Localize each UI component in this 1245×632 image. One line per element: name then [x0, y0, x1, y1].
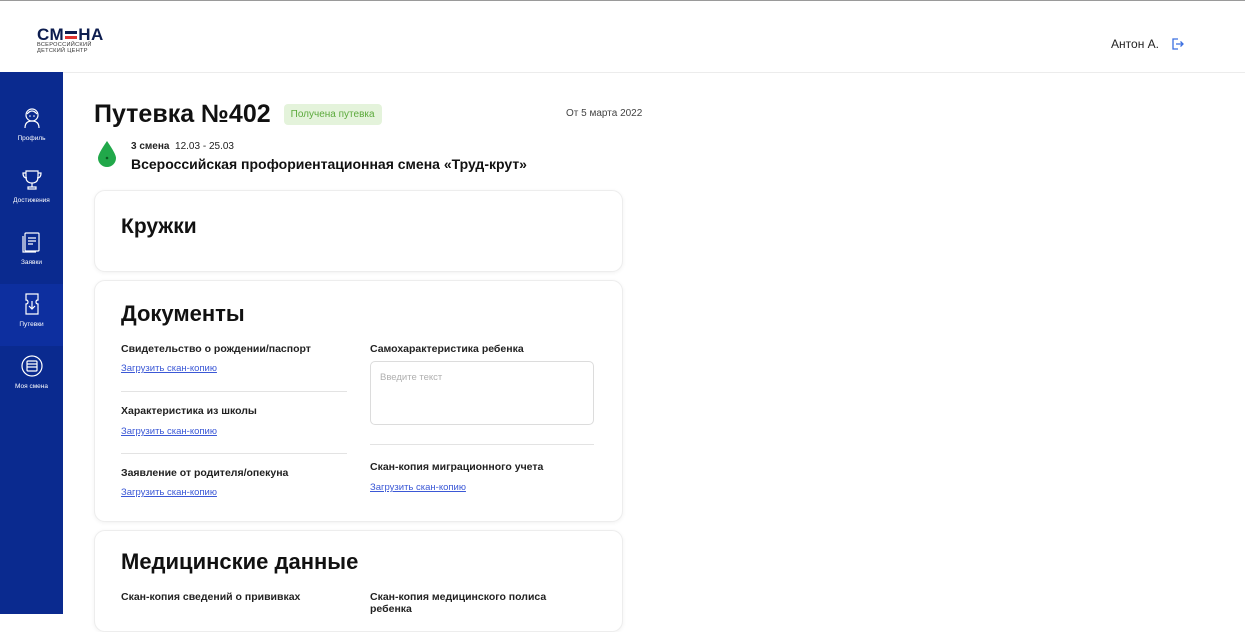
- divider: [370, 444, 594, 445]
- status-badge: Получена путевка: [283, 104, 382, 125]
- trophy-icon: [21, 170, 42, 190]
- shift-info: 3 смена 12.03 - 25.03: [131, 141, 234, 152]
- user-name[interactable]: Антон А.: [1111, 37, 1159, 51]
- self-char-label: Самохарактеристика ребенка: [370, 343, 524, 355]
- sidebar-item-label: Путевки: [19, 321, 44, 328]
- logo-text-right: НА: [78, 25, 104, 44]
- parent-statement-label: Заявление от родителя/опекуна: [121, 467, 289, 479]
- applications-icon: [21, 232, 40, 253]
- sidebar-item-label: Достижения: [13, 197, 50, 204]
- shift-label: 3 смена: [131, 141, 170, 152]
- divider: [121, 453, 347, 454]
- birth-cert-upload-link[interactable]: Загрузить скан-копию: [121, 363, 217, 374]
- medical-title: Медицинские данные: [121, 549, 359, 574]
- school-char-upload-link[interactable]: Загрузить скан-копию: [121, 426, 217, 437]
- my-shift-icon: [20, 355, 43, 377]
- shift-dates: 12.03 - 25.03: [175, 141, 234, 152]
- parent-statement-upload-link[interactable]: Загрузить скан-копию: [121, 487, 217, 498]
- logo[interactable]: СМ НА ВСЕРОССИЙСКИЙ ДЕТСКИЙ ЦЕНТР: [37, 25, 104, 54]
- policy-label-line-1: Скан-копия медицинского полиса: [370, 591, 547, 603]
- logo-text-left: СМ: [37, 25, 65, 44]
- sidebar-item-applications[interactable]: Заявки: [0, 222, 63, 284]
- sidebar: Профиль Достижения Заявки Путевки Моя см…: [0, 72, 63, 614]
- vaccination-label: Скан-копия сведений о прививках: [121, 591, 301, 603]
- birth-cert-label: Свидетельство о рождении/паспорт: [121, 343, 311, 355]
- circles-title: Кружки: [121, 215, 197, 238]
- user-menu: Антон А.: [1111, 37, 1184, 51]
- documents-title: Документы: [121, 301, 245, 326]
- circles-card: Кружки: [94, 190, 623, 272]
- documents-card: Документы Свидетельство о рождении/паспо…: [94, 280, 623, 522]
- self-char-textarea[interactable]: [370, 361, 594, 425]
- sidebar-item-my-shift[interactable]: Моя смена: [0, 346, 63, 408]
- ticket-icon: [24, 293, 39, 315]
- policy-label-line-2: ребенка: [370, 603, 412, 615]
- logout-icon[interactable]: [1170, 37, 1184, 51]
- divider: [121, 391, 347, 392]
- logo-subtitle-2: ДЕТСКИЙ ЦЕНТР: [37, 48, 88, 54]
- header: СМ НА ВСЕРОССИЙСКИЙ ДЕТСКИЙ ЦЕНТР Антон А…: [0, 1, 1245, 73]
- sidebar-item-label: Профиль: [17, 135, 46, 142]
- migration-label: Скан-копия миграционного учета: [370, 461, 544, 473]
- school-char-label: Характеристика из школы: [121, 405, 257, 417]
- profile-icon: [23, 108, 40, 129]
- medical-card: Медицинские данные Скан-копия сведений о…: [94, 530, 623, 632]
- title-row: Путевка №402 Получена путевка: [94, 100, 382, 129]
- shift-drop-icon: [98, 141, 116, 167]
- page-title: Путевка №402: [94, 100, 271, 128]
- logo-equals-mark: [65, 30, 78, 40]
- voucher-date: От 5 марта 2022: [566, 108, 643, 119]
- policy-label: Скан-копия медицинского полиса ребенка: [370, 591, 546, 615]
- sidebar-item-label: Моя смена: [15, 383, 48, 390]
- sidebar-item-profile[interactable]: Профиль: [0, 98, 63, 160]
- migration-upload-link[interactable]: Загрузить скан-копию: [370, 482, 466, 493]
- sidebar-item-label: Заявки: [21, 259, 42, 266]
- shift-name: Всероссийская профориентационная смена «…: [131, 156, 527, 172]
- sidebar-item-achievements[interactable]: Достижения: [0, 160, 63, 222]
- sidebar-item-vouchers[interactable]: Путевки: [0, 284, 63, 346]
